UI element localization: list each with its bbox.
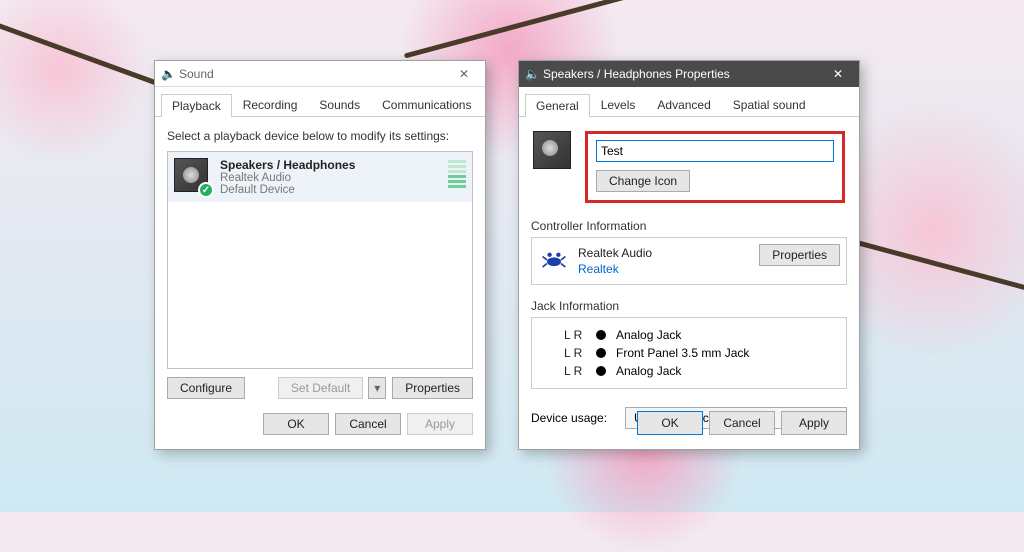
properties-footer: OK Cancel Apply — [637, 411, 847, 435]
ok-button[interactable]: OK — [637, 411, 703, 435]
jack-row: L R Analog Jack — [540, 362, 838, 380]
jack-label: Front Panel 3.5 mm Jack — [616, 346, 749, 360]
properties-button[interactable]: Properties — [392, 377, 473, 399]
jack-label: Analog Jack — [616, 328, 681, 342]
jack-section-label: Jack Information — [531, 299, 847, 313]
properties-window: 🔈 Speakers / Headphones Properties ✕ Gen… — [518, 60, 860, 450]
tab-sounds[interactable]: Sounds — [308, 93, 371, 116]
jack-lr: L R — [564, 328, 586, 342]
playback-instruction: Select a playback device below to modify… — [167, 129, 473, 143]
device-name: Speakers / Headphones — [220, 158, 440, 172]
set-default-dropdown-icon[interactable]: ▾ — [368, 377, 386, 399]
device-usage-label: Device usage: — [531, 411, 607, 425]
sound-icon: 🔈 — [161, 67, 175, 81]
device-name-input[interactable] — [596, 140, 834, 162]
device-text: Speakers / Headphones Realtek Audio Defa… — [220, 158, 440, 196]
tab-spatial-sound[interactable]: Spatial sound — [722, 93, 817, 116]
jack-label: Analog Jack — [616, 364, 681, 378]
properties-tabs: General Levels Advanced Spatial sound — [519, 87, 859, 117]
jack-dot-icon — [596, 366, 606, 376]
device-driver: Realtek Audio — [220, 172, 440, 184]
sound-footer: OK Cancel Apply — [263, 413, 473, 435]
controller-properties-button[interactable]: Properties — [759, 244, 840, 266]
speaker-icon: 🔈 — [525, 67, 539, 81]
apply-button[interactable]: Apply — [407, 413, 473, 435]
jack-dot-icon — [596, 348, 606, 358]
sound-titlebar[interactable]: 🔈 Sound ✕ — [155, 61, 485, 87]
controller-group: Realtek Audio Realtek Properties — [531, 237, 847, 285]
jack-lr: L R — [564, 346, 586, 360]
playback-device-item[interactable]: ✓ Speakers / Headphones Realtek Audio De… — [168, 152, 472, 202]
tab-playback[interactable]: Playback — [161, 94, 232, 117]
close-icon[interactable]: ✕ — [449, 63, 479, 85]
sound-body: Select a playback device below to modify… — [155, 117, 485, 443]
device-status: Default Device — [220, 184, 440, 196]
tab-recording[interactable]: Recording — [232, 93, 309, 116]
tab-advanced[interactable]: Advanced — [646, 93, 721, 116]
highlight-box: Change Icon — [585, 131, 845, 203]
jack-row: L R Front Panel 3.5 mm Jack — [540, 344, 838, 362]
realtek-crab-icon — [540, 246, 568, 274]
tab-communications[interactable]: Communications — [371, 93, 482, 116]
close-icon[interactable]: ✕ — [823, 63, 853, 85]
ok-button[interactable]: OK — [263, 413, 329, 435]
cancel-button[interactable]: Cancel — [335, 413, 401, 435]
configure-button[interactable]: Configure — [167, 377, 245, 399]
speaker-device-icon: ✓ — [174, 158, 212, 196]
sound-title: Sound — [175, 67, 449, 81]
sound-tabs: Playback Recording Sounds Communications — [155, 87, 485, 117]
controller-section-label: Controller Information — [531, 219, 847, 233]
cancel-button[interactable]: Cancel — [709, 411, 775, 435]
apply-button[interactable]: Apply — [781, 411, 847, 435]
device-large-icon — [533, 131, 573, 171]
jack-lr: L R — [564, 364, 586, 378]
default-check-icon: ✓ — [198, 182, 214, 198]
tab-general[interactable]: General — [525, 94, 590, 117]
jack-group: L R Analog Jack L R Front Panel 3.5 mm J… — [531, 317, 847, 389]
properties-titlebar[interactable]: 🔈 Speakers / Headphones Properties ✕ — [519, 61, 859, 87]
jack-row: L R Analog Jack — [540, 326, 838, 344]
volume-meter-icon — [448, 158, 466, 196]
properties-title: Speakers / Headphones Properties — [539, 67, 823, 81]
controller-vendor-link[interactable]: Realtek — [578, 262, 652, 276]
playback-device-list[interactable]: ✓ Speakers / Headphones Realtek Audio De… — [167, 151, 473, 369]
change-icon-button[interactable]: Change Icon — [596, 170, 690, 192]
set-default-button[interactable]: Set Default — [278, 377, 363, 399]
controller-name: Realtek Audio — [578, 246, 652, 260]
sound-window: 🔈 Sound ✕ Playback Recording Sounds Comm… — [154, 60, 486, 450]
properties-body: Change Icon Controller Information Realt… — [519, 117, 859, 443]
jack-dot-icon — [596, 330, 606, 340]
tab-levels[interactable]: Levels — [590, 93, 647, 116]
